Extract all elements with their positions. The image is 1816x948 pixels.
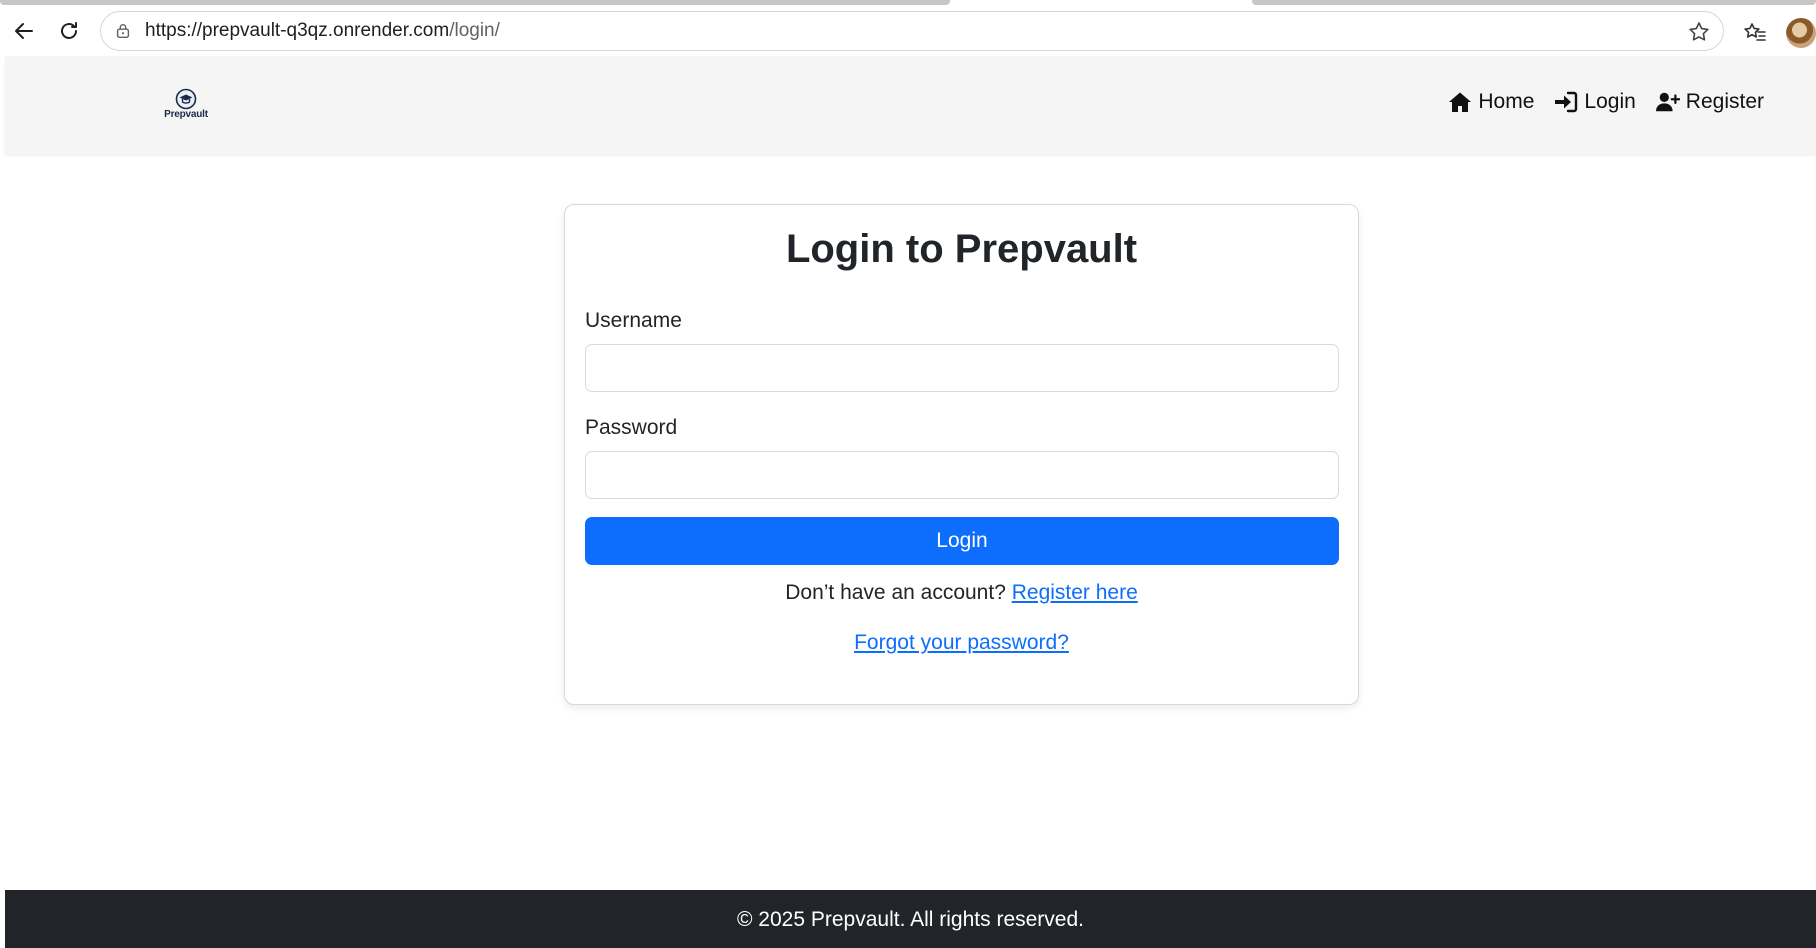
footer-copyright: © 2025 Prepvault. All rights reserved. xyxy=(737,908,1084,931)
sign-in-icon xyxy=(1555,91,1578,113)
url-path: /login/ xyxy=(449,20,500,41)
arrow-left-icon xyxy=(15,23,33,39)
back-button[interactable] xyxy=(7,14,41,48)
nav-login-label: Login xyxy=(1584,90,1636,113)
username-label: Username xyxy=(585,309,682,332)
profile-avatar[interactable] xyxy=(1786,18,1816,48)
nav-links: Home Login Register xyxy=(1448,90,1764,114)
register-here-link[interactable]: Register here xyxy=(1012,581,1138,604)
site-navbar: Prepvault Home Login Register xyxy=(5,56,1816,154)
user-plus-icon xyxy=(1655,92,1680,112)
nav-register-link[interactable]: Register xyxy=(1655,90,1764,114)
nav-login-link[interactable]: Login xyxy=(1554,90,1636,114)
reload-button[interactable] xyxy=(52,14,86,48)
address-bar[interactable]: https://prepvault-q3qz.onrender.com/logi… xyxy=(100,11,1724,51)
browser-tab-left[interactable] xyxy=(0,0,950,5)
reload-icon xyxy=(61,22,77,39)
browser-toolbar: https://prepvault-q3qz.onrender.com/logi… xyxy=(0,6,1816,56)
password-label: Password xyxy=(585,416,678,439)
login-submit-button[interactable]: Login xyxy=(585,517,1339,565)
site-footer: © 2025 Prepvault. All rights reserved. xyxy=(5,890,1816,948)
forgot-password-line: Forgot your password? xyxy=(565,631,1358,655)
nav-home-link[interactable]: Home xyxy=(1448,90,1534,114)
nav-home-label: Home xyxy=(1478,90,1535,113)
password-field[interactable] xyxy=(585,451,1339,499)
url-text: https://prepvault-q3qz.onrender.com/logi… xyxy=(145,20,500,42)
page: Prepvault Home Login Register Login to P… xyxy=(5,56,1816,948)
forgot-password-link[interactable]: Forgot your password? xyxy=(854,631,1069,654)
username-field[interactable] xyxy=(585,344,1339,392)
home-icon xyxy=(1449,92,1472,112)
nav-register-label: Register xyxy=(1685,90,1764,113)
url-host: https://prepvault-q3qz.onrender.com xyxy=(145,20,450,41)
register-prompt: Don’t have an account? Register here xyxy=(565,581,1358,605)
page-title: Login to Prepvault xyxy=(785,227,1138,271)
favorites-icon[interactable] xyxy=(1742,20,1768,46)
logo-text: Prepvault xyxy=(164,109,208,120)
site-logo[interactable]: Prepvault xyxy=(155,88,217,128)
bookmark-star-icon[interactable] xyxy=(1687,20,1711,44)
register-prompt-text: Don’t have an account? xyxy=(785,581,1006,604)
browser-tab-right[interactable] xyxy=(1252,0,1816,5)
graduation-cap-logo-icon xyxy=(175,88,197,110)
login-card: Login to Prepvault Username Password Log… xyxy=(564,204,1359,705)
site-info-icon[interactable] xyxy=(113,21,133,41)
